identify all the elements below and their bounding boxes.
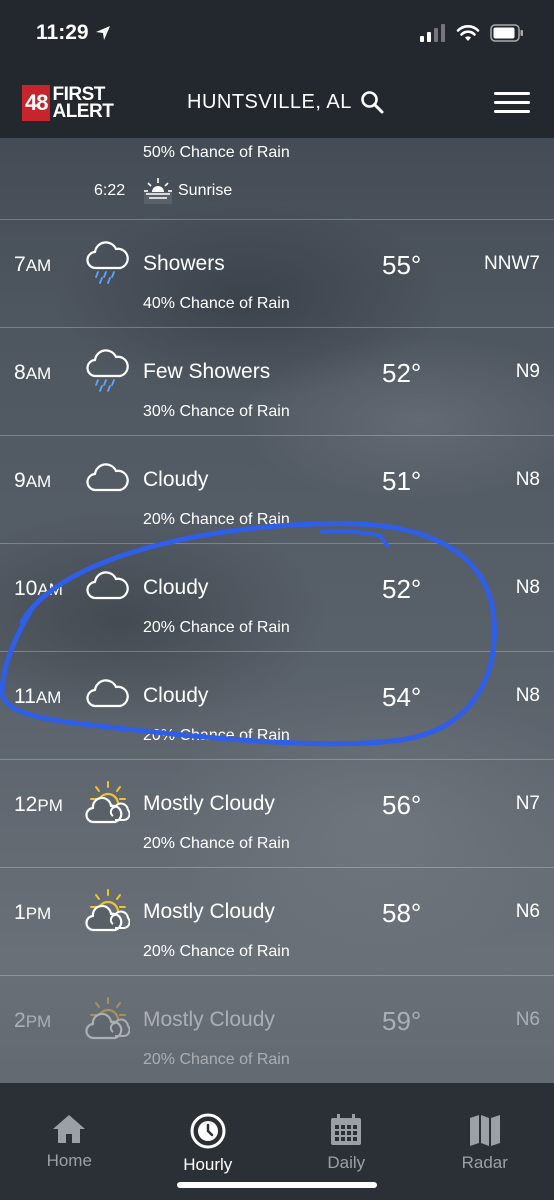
tab-radar[interactable]: Radar bbox=[416, 1083, 554, 1200]
hourly-list[interactable]: 50% Chance of Rain 6:22 Sunrise 7AM Showe… bbox=[0, 138, 554, 1083]
hourly-row[interactable]: 11AM Cloudy 54° N8 20% Chance of Rain bbox=[0, 652, 554, 760]
temperature: 51° bbox=[382, 466, 422, 496]
temperature: 59° bbox=[382, 1006, 422, 1036]
wind: N7 bbox=[515, 793, 540, 814]
partial-row: 50% Chance of Rain 6:22 Sunrise bbox=[0, 138, 554, 220]
status-time: 11:29 bbox=[36, 21, 89, 44]
hourly-row[interactable]: 2PM Mostly Cloudy 59° N6 20% Chance of Rain bbox=[0, 976, 554, 1083]
status-time-group: 11:29 bbox=[36, 21, 111, 45]
hourly-row[interactable]: 9AM Cloudy 51° N8 20% Chance of Rain bbox=[0, 436, 554, 544]
hourly-row[interactable]: 12PM Mostly Cloudy 56° N7 20% Chance of Rain bbox=[0, 760, 554, 868]
condition-label: Cloudy bbox=[143, 684, 209, 707]
rain-chance: 20% Chance of Rain bbox=[143, 1051, 290, 1068]
condition-label: Few Showers bbox=[143, 360, 271, 383]
condition-label: Cloudy bbox=[143, 576, 209, 599]
status-icons bbox=[420, 24, 524, 42]
tab-home[interactable]: Home bbox=[0, 1083, 139, 1200]
sunrise-label: Sunrise bbox=[178, 182, 233, 199]
logo-number: 48 bbox=[22, 85, 51, 121]
location-name: HUNTSVILLE, AL bbox=[187, 90, 352, 113]
rain-chance: 20% Chance of Rain bbox=[143, 727, 290, 744]
station-logo[interactable]: 48 FIRST ALERT bbox=[22, 84, 114, 122]
temperature: 52° bbox=[382, 358, 422, 388]
rain-chance: 30% Chance of Rain bbox=[143, 403, 290, 420]
wind: N8 bbox=[515, 577, 540, 598]
clock-icon bbox=[190, 1113, 226, 1149]
signal-icon bbox=[420, 24, 445, 42]
sunrise-time: 6:22 bbox=[94, 182, 126, 199]
partly-cloudy-icon bbox=[84, 996, 131, 1042]
hour-label: 11AM bbox=[14, 685, 62, 708]
hourly-row[interactable]: 10AM Cloudy 52° N8 20% Chance of Rain bbox=[0, 544, 554, 652]
status-bar: 11:29 bbox=[0, 0, 554, 66]
temperature: 58° bbox=[382, 898, 422, 928]
battery-icon bbox=[490, 24, 523, 42]
hour-label: 7AM bbox=[14, 253, 52, 276]
tab-radar-label: Radar bbox=[461, 1153, 508, 1172]
calendar-icon bbox=[331, 1114, 362, 1145]
condition-label: Mostly Cloudy bbox=[143, 1008, 275, 1031]
map-icon bbox=[469, 1115, 500, 1146]
hour-label: 12PM bbox=[14, 793, 63, 816]
condition-label: Cloudy bbox=[143, 468, 209, 491]
wind: N8 bbox=[515, 469, 540, 490]
home-indicator[interactable] bbox=[177, 1182, 377, 1188]
wind: NNW7 bbox=[484, 253, 540, 274]
temperature: 56° bbox=[382, 790, 422, 820]
rain-chance: 20% Chance of Rain bbox=[143, 619, 290, 636]
location-arrow-icon bbox=[95, 26, 110, 40]
hourly-row[interactable]: 7AM Showers 55° NNW7 40% Chance of Rain bbox=[0, 220, 554, 328]
logo-line2: ALERT bbox=[52, 101, 114, 122]
wifi-icon bbox=[456, 25, 480, 41]
cloud-icon bbox=[84, 672, 130, 718]
showers-icon bbox=[84, 240, 130, 286]
tab-home-label: Home bbox=[46, 1151, 92, 1170]
temperature: 55° bbox=[382, 250, 422, 280]
cloud-icon bbox=[84, 456, 130, 502]
temperature: 54° bbox=[382, 682, 422, 712]
cloud-icon bbox=[84, 564, 130, 610]
wind: N8 bbox=[515, 685, 540, 706]
hour-label: 9AM bbox=[14, 469, 52, 492]
tab-hourly-label: Hourly bbox=[183, 1155, 233, 1174]
hourly-row[interactable]: 1PM Mostly Cloudy 58° N6 20% Chance of Rain bbox=[0, 868, 554, 976]
wind: N6 bbox=[515, 1009, 540, 1030]
condition-label: Showers bbox=[143, 252, 225, 275]
partly-cloudy-icon bbox=[84, 888, 131, 934]
rain-chance: 50% Chance of Rain bbox=[143, 144, 290, 161]
search-icon[interactable] bbox=[360, 90, 384, 114]
rain-chance: 40% Chance of Rain bbox=[143, 295, 290, 312]
hour-label: 8AM bbox=[14, 361, 52, 384]
home-icon bbox=[53, 1115, 86, 1143]
rain-chance: 20% Chance of Rain bbox=[143, 943, 290, 960]
hour-label: 1PM bbox=[14, 901, 52, 924]
condition-label: Mostly Cloudy bbox=[143, 900, 275, 923]
hourly-row[interactable]: 8AM Few Showers 52° N9 30% Chance of Rain bbox=[0, 328, 554, 436]
tab-daily-label: Daily bbox=[327, 1153, 366, 1172]
temperature: 52° bbox=[382, 574, 422, 604]
condition-label: Mostly Cloudy bbox=[143, 792, 275, 815]
wind: N6 bbox=[515, 901, 540, 922]
location-search[interactable]: HUNTSVILLE, AL bbox=[187, 90, 384, 114]
rain-chance: 20% Chance of Rain bbox=[143, 511, 290, 528]
showers-icon bbox=[84, 348, 130, 394]
hour-label: 10AM bbox=[14, 577, 63, 600]
wind: N9 bbox=[515, 361, 540, 382]
partly-cloudy-icon bbox=[84, 780, 131, 826]
hour-label: 2PM bbox=[14, 1009, 52, 1032]
hamburger-menu-icon[interactable] bbox=[494, 92, 530, 116]
rain-chance: 20% Chance of Rain bbox=[143, 835, 290, 852]
logo-text: FIRST ALERT bbox=[52, 85, 114, 122]
sunrise-icon bbox=[144, 178, 172, 204]
